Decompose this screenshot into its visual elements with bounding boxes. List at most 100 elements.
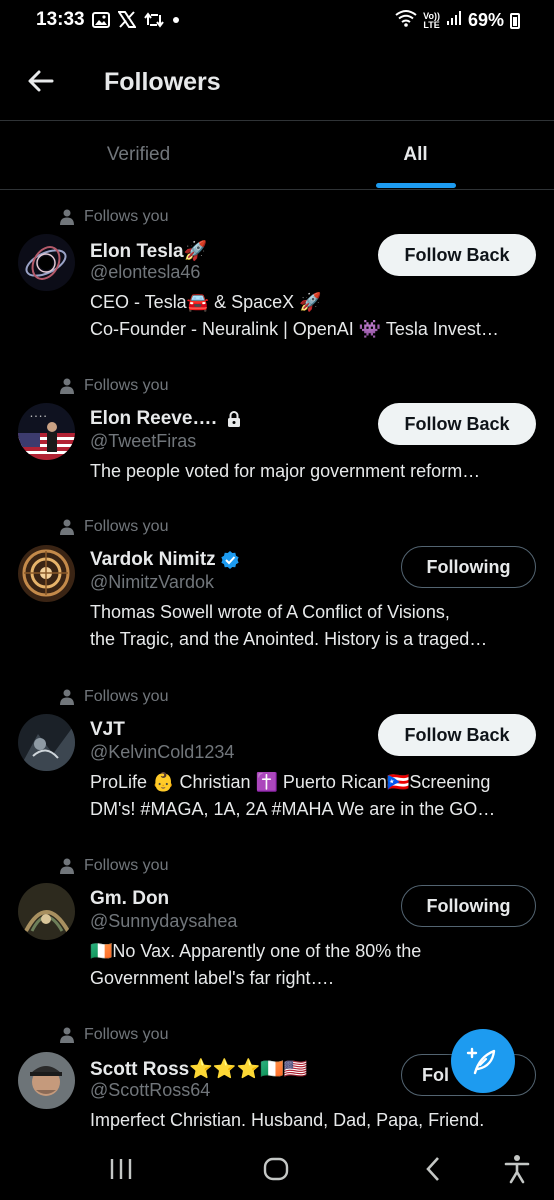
avatar[interactable] <box>18 545 75 602</box>
person-icon <box>60 1027 74 1043</box>
home-button[interactable] <box>261 1154 291 1184</box>
bio-line: The people voted for major government re… <box>90 461 481 481</box>
display-name-text: Elon Tesla🚀 <box>90 241 208 262</box>
tab-indicator <box>376 183 456 188</box>
system-status: Vo)) LTE 69% <box>395 9 520 32</box>
back-nav-button[interactable] <box>418 1154 448 1184</box>
page-title: Followers <box>104 68 221 96</box>
app-header: Followers <box>0 44 554 120</box>
system-nav-bar <box>0 1138 554 1200</box>
follows-you-text: Follows you <box>84 1026 169 1043</box>
bio-line: Thomas Sowell wrote of A Conflict of Vis… <box>90 602 450 622</box>
recents-icon <box>110 1159 132 1179</box>
lock-icon <box>227 411 240 427</box>
display-name-text: Scott Ross⭐⭐⭐🇮🇪🇺🇸 <box>90 1059 308 1080</box>
following-button[interactable]: Following <box>401 546 536 588</box>
svg-text:• • • •: • • • • <box>30 414 47 420</box>
repost-icon <box>144 11 164 28</box>
user-handle[interactable]: @Sunnydaysahea <box>90 911 237 932</box>
follow-back-button[interactable]: Follow Back <box>378 403 536 445</box>
follows-you-label: Follows you <box>60 377 168 395</box>
user-bio: ProLife 👶 Christian ✝️ Puerto Rican🇵🇷Scr… <box>90 769 530 823</box>
notification-icons <box>92 11 180 28</box>
follows-you-text: Follows you <box>84 857 169 874</box>
home-icon <box>263 1157 289 1181</box>
user-bio: 🇮🇪No Vax. Apparently one of the 80% the … <box>90 938 530 992</box>
follows-you-text: Follows you <box>84 518 169 535</box>
follows-you-label: Follows you <box>60 857 168 875</box>
person-icon <box>60 519 74 535</box>
list-item[interactable]: Follows you Elon Tesla🚀 @elontesla46 CEO… <box>0 190 554 359</box>
list-item[interactable]: Follows you Gm. Don @Sunnydaysahea 🇮🇪No … <box>0 839 554 1008</box>
status-time: 13:33 <box>36 9 85 30</box>
bio-line: Government label's far right…. <box>90 968 334 988</box>
follow-back-button[interactable]: Follow Back <box>378 714 536 756</box>
bio-line: Co-Founder - Neuralink | OpenAI 👾 Tesla … <box>90 319 499 339</box>
back-button[interactable] <box>24 64 58 98</box>
person-icon <box>60 209 74 225</box>
tab-verified[interactable]: Verified <box>0 121 277 189</box>
list-item[interactable]: Follows you VJT @KelvinCold1234 ProLife … <box>0 670 554 839</box>
bio-line: the Tragic, and the Anointed. History is… <box>90 629 488 649</box>
followers-list: Follows you Elon Tesla🚀 @elontesla46 CEO… <box>0 190 554 1148</box>
user-bio: CEO - Tesla🚘 & SpaceX 🚀 Co-Founder - Neu… <box>90 289 530 343</box>
display-name-text: VJT <box>90 719 125 740</box>
follows-you-text: Follows you <box>84 208 169 225</box>
bio-line: 🇮🇪No Vax. Apparently one of the 80% the <box>90 941 422 961</box>
back-chevron-icon <box>426 1157 439 1181</box>
status-bar: 13:33 Vo)) LTE 69% <box>0 0 554 44</box>
avatar[interactable]: • • • • <box>18 403 75 460</box>
follows-you-label: Follows you <box>60 1026 168 1044</box>
display-name-text: Gm. Don <box>90 888 170 909</box>
display-name[interactable]: VJT <box>90 719 125 741</box>
bio-line: Imperfect Christian. Husband, Dad, Papa,… <box>90 1110 485 1130</box>
bio-line: ProLife 👶 Christian ✝️ Puerto Rican🇵🇷Scr… <box>90 772 491 792</box>
follows-you-label: Follows you <box>60 688 168 706</box>
battery-percent: 69% <box>467 10 504 30</box>
follows-you-label: Follows you <box>60 208 168 226</box>
arrow-left-icon <box>28 70 54 92</box>
avatar[interactable] <box>18 714 75 771</box>
tab-all[interactable]: All <box>277 121 554 189</box>
volte-bottom: LTE <box>423 19 440 30</box>
user-handle[interactable]: @TweetFiras <box>90 431 196 452</box>
user-handle[interactable]: @elontesla46 <box>90 262 200 283</box>
bio-line: DM's! #MAGA, 1A, 2A #MAHA We are in the … <box>90 799 496 819</box>
user-bio: Imperfect Christian. Husband, Dad, Papa,… <box>90 1107 530 1134</box>
user-handle[interactable]: @KelvinCold1234 <box>90 742 234 763</box>
user-handle[interactable]: @NimitzVardok <box>90 572 214 593</box>
follows-you-text: Follows you <box>84 377 169 394</box>
tab-bar: Verified All <box>0 121 554 189</box>
compose-feather-icon <box>466 1047 496 1075</box>
display-name[interactable]: Elon Reeve…. <box>90 408 243 430</box>
list-item[interactable]: Follows you Vardok Nimitz @NimitzVardok … <box>0 500 554 670</box>
bio-line: CEO - Tesla🚘 & SpaceX 🚀 <box>90 292 322 312</box>
avatar[interactable] <box>18 883 75 940</box>
verified-badge-icon <box>221 551 239 569</box>
avatar[interactable] <box>18 1052 75 1109</box>
signal-icon <box>446 10 462 31</box>
accessibility-button[interactable] <box>502 1154 532 1184</box>
display-name[interactable]: Vardok Nimitz <box>90 549 240 571</box>
display-name[interactable]: Gm. Don <box>90 888 169 910</box>
compose-button[interactable] <box>451 1029 515 1093</box>
person-icon <box>60 858 74 874</box>
recents-button[interactable] <box>106 1154 136 1184</box>
person-icon <box>60 689 74 705</box>
avatar[interactable] <box>18 234 75 291</box>
follow-back-button[interactable]: Follow Back <box>378 234 536 276</box>
person-icon <box>60 378 74 394</box>
list-item[interactable]: Follows you • • • • Elon Reeve…. @TweetF… <box>0 359 554 500</box>
user-bio: Thomas Sowell wrote of A Conflict of Vis… <box>90 599 530 653</box>
accessibility-icon <box>504 1155 530 1184</box>
user-handle[interactable]: @ScottRoss64 <box>90 1080 210 1101</box>
following-button[interactable]: Following <box>401 885 536 927</box>
follows-you-label: Follows you <box>60 518 168 536</box>
user-bio: The people voted for major government re… <box>90 458 530 485</box>
x-logo-icon <box>118 11 136 28</box>
display-name-text: Vardok Nimitz <box>90 549 216 570</box>
follows-you-text: Follows you <box>84 688 169 705</box>
gallery-icon <box>92 11 110 28</box>
display-name[interactable]: Scott Ross⭐⭐⭐🇮🇪🇺🇸 <box>90 1057 308 1081</box>
display-name[interactable]: Elon Tesla🚀 <box>90 239 207 263</box>
